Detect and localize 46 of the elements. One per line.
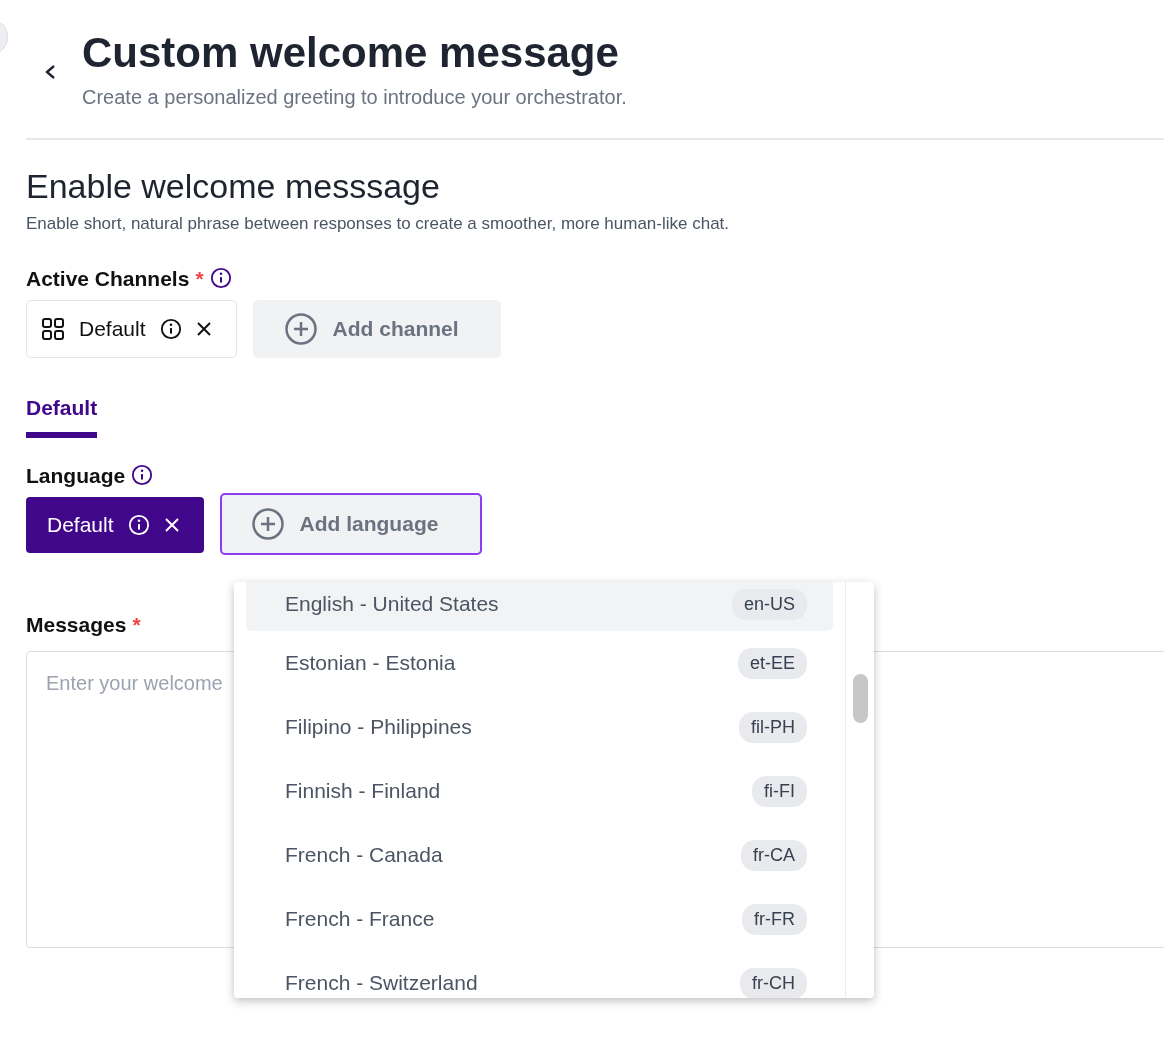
close-icon[interactable] (195, 321, 212, 338)
required-mark: * (132, 612, 141, 639)
info-icon (131, 464, 154, 487)
language-code: fr-CH (740, 967, 807, 998)
plus-circle-icon (251, 508, 284, 541)
section-description: Enable short, natural phrase between responses to create a smoother, more human-like chat. (26, 213, 731, 236)
add-button[interactable]: Add language (219, 493, 483, 556)
language-option[interactable]: Finnish - Finland fi-FI (246, 759, 833, 823)
option-label: Filipino - Philippines (285, 714, 472, 741)
required-mark: * (195, 265, 204, 292)
field-label: Active Channels (26, 265, 190, 292)
option-label: French - Canada (285, 842, 443, 869)
option-label: Finnish - Finland (285, 778, 441, 805)
add-button[interactable]: Add channel (252, 300, 501, 359)
option-label: French - France (285, 906, 435, 933)
field-label: Messages (26, 612, 127, 639)
field-label: Language (26, 462, 126, 489)
language-code: fr-FR (742, 903, 807, 935)
language-option[interactable]: French - Canada fr-CA (246, 823, 833, 887)
language-code: et-EE (737, 647, 807, 679)
language-option[interactable]: Estonian - Estonia et-EE (246, 631, 833, 695)
chip-label: Default (79, 316, 146, 343)
option-label: French - Switzerland (285, 970, 478, 997)
chip-label: Default (47, 512, 114, 539)
language-option[interactable]: French - France fr-FR (246, 887, 833, 951)
section-title: Enable welcome messsage (26, 166, 441, 208)
option-label: English - United States (285, 591, 499, 618)
info-icon (209, 267, 232, 290)
language-chip[interactable]: Default (26, 497, 204, 554)
page-title: Custom welcome message (82, 28, 620, 78)
language-code: en-US (731, 588, 807, 620)
channel-chip[interactable]: Default (26, 300, 237, 359)
language-code: fil-PH (739, 711, 807, 743)
scrollbar-thumb[interactable] (853, 674, 868, 723)
language-option[interactable]: English - United States en-US (246, 582, 833, 631)
plus-circle-icon (284, 313, 317, 346)
grid-icon (41, 317, 65, 342)
tab[interactable]: Default (26, 392, 98, 438)
language-code: fr-CA (741, 839, 807, 871)
language-option[interactable]: French - Switzerland fr-CH (246, 951, 833, 998)
page-subtitle: Create a personalized greeting to introduce your orchestrator. (82, 85, 627, 111)
info-icon (159, 318, 182, 341)
language-code: fi-FI (752, 775, 807, 807)
language-option[interactable]: Filipino - Philippines fil-PH (246, 695, 833, 759)
info-icon (127, 514, 150, 537)
option-label: Estonian - Estonia (285, 650, 456, 677)
